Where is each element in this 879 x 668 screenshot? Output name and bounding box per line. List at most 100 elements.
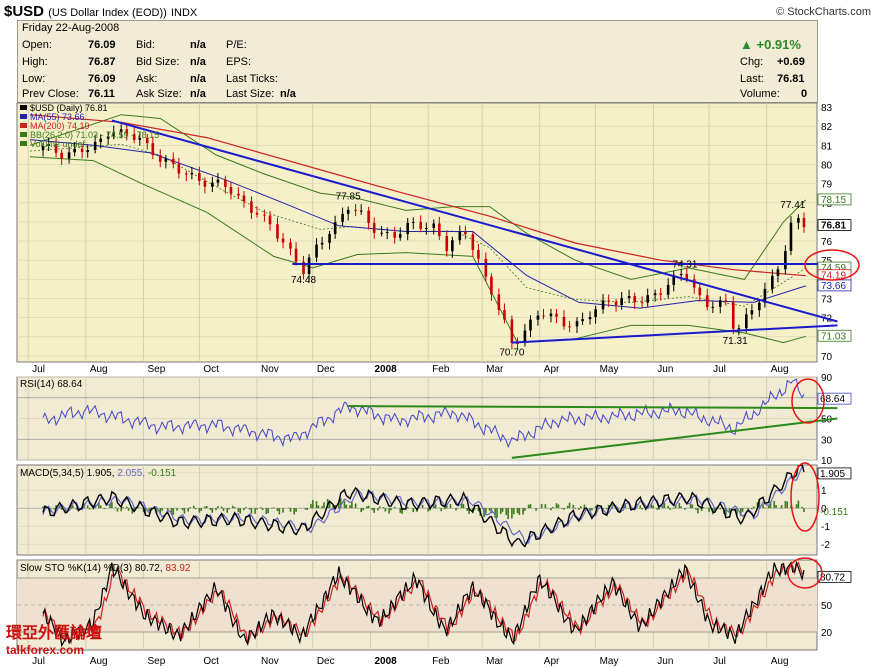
- macd-histogram-bar: [557, 504, 560, 509]
- macd-histogram-bar: [239, 508, 242, 514]
- macd-histogram-bar: [667, 505, 669, 509]
- macd-histogram-bar: [656, 508, 658, 510]
- macd-histogram-bar: [719, 508, 722, 510]
- macd-histogram-bar: [488, 508, 491, 511]
- price-x-tick: Mar: [486, 364, 504, 375]
- price-bar: [445, 236, 449, 252]
- macd-histogram-bar: [192, 505, 195, 509]
- price-x-tick: Dec: [317, 364, 335, 375]
- price-bar: [581, 319, 584, 322]
- macd-histogram-bar: [161, 508, 163, 511]
- macd-histogram-bar: [233, 507, 236, 509]
- macd-histogram-bar: [680, 506, 682, 509]
- macd-value-label: 1.905: [820, 469, 845, 480]
- price-annotation: 71.31: [723, 336, 748, 347]
- price-bar: [93, 141, 97, 151]
- price-bar: [211, 182, 214, 187]
- price-bar: [679, 274, 683, 276]
- price-bar: [510, 319, 514, 343]
- macd-y-tick: -1: [821, 522, 830, 533]
- macd-histogram-bar: [550, 508, 552, 511]
- price-value-label: 78.15: [821, 195, 846, 206]
- macd-histogram-bar: [362, 508, 364, 511]
- price-bar: [640, 302, 644, 304]
- price-bar: [529, 319, 532, 331]
- macd-histogram-bar: [187, 508, 189, 512]
- macd-histogram-bar: [209, 508, 212, 511]
- price-bar: [171, 158, 175, 164]
- price-bar: [705, 295, 709, 308]
- macd-histogram-bar: [563, 508, 565, 510]
- price-bar: [438, 223, 441, 237]
- macd-histogram-bar: [393, 506, 396, 509]
- price-bar: [203, 180, 207, 187]
- macd-histogram-bar: [695, 508, 697, 510]
- sto-y-tick: 20: [821, 628, 833, 639]
- macd-title: MACD(5,34,5) 1.905, 2.055, -0.151: [20, 468, 177, 479]
- macd-histogram-bar: [390, 508, 392, 511]
- price-x-tick: May: [600, 364, 619, 375]
- price-bar: [607, 300, 610, 302]
- macd-histogram-bar: [579, 506, 582, 509]
- price-bar: [359, 210, 363, 212]
- macd-histogram-bar: [351, 502, 353, 509]
- macd-histogram-bar: [150, 507, 152, 509]
- bottom-x-tick: Aug: [771, 656, 789, 667]
- macd-histogram-bar: [764, 507, 766, 509]
- macd-histogram-bar: [148, 508, 150, 512]
- macd-histogram-bar: [125, 506, 128, 509]
- price-value-label: 71.03: [821, 331, 846, 342]
- macd-histogram-bar: [278, 508, 281, 515]
- macd-histogram-bar: [434, 504, 437, 509]
- price-bar: [398, 234, 402, 238]
- macd-histogram-bar: [778, 507, 781, 509]
- price-bar: [367, 210, 370, 223]
- macd-histogram-bar: [323, 502, 325, 509]
- macd-histogram-bar: [99, 505, 102, 509]
- price-bar: [575, 321, 579, 327]
- macd-histogram-bar: [555, 503, 558, 509]
- macd-histogram-bar: [172, 508, 175, 515]
- macd-y-tick: -2: [821, 540, 830, 551]
- macd-histogram-bar: [276, 508, 279, 511]
- price-bar: [346, 209, 350, 214]
- macd-histogram-bar: [228, 508, 230, 510]
- technical-chart: 7071727374757677787980818283JulAugSepOct…: [16, 102, 860, 667]
- macd-histogram-bar: [678, 502, 681, 509]
- macd-histogram-bar: [501, 508, 504, 512]
- macd-histogram-bar: [205, 506, 208, 509]
- macd-histogram-bar: [552, 506, 554, 509]
- price-bar: [594, 309, 597, 318]
- price-y-tick: 83: [821, 103, 833, 114]
- price-bar: [731, 301, 735, 329]
- price-bar: [198, 173, 201, 181]
- macd-histogram-bar: [345, 504, 348, 509]
- price-bar: [425, 227, 428, 229]
- price-bar: [464, 231, 467, 235]
- macd-histogram-bar: [652, 505, 655, 509]
- macd-histogram-bar: [752, 506, 755, 509]
- macd-histogram-bar: [512, 508, 515, 515]
- price-bar: [406, 222, 409, 235]
- macd-histogram-bar: [365, 506, 368, 509]
- macd-histogram-bar: [412, 508, 415, 513]
- macd-histogram-bar: [256, 508, 258, 510]
- macd-histogram-bar: [529, 504, 532, 509]
- price-bar: [758, 302, 761, 311]
- macd-histogram-bar: [272, 507, 275, 509]
- price-bar: [328, 233, 331, 243]
- macd-histogram-bar: [181, 508, 184, 511]
- macd-histogram-bar: [540, 503, 543, 509]
- macd-histogram-bar: [315, 501, 318, 509]
- macd-histogram-bar: [641, 508, 643, 510]
- price-bar: [562, 316, 566, 327]
- price-bar: [698, 287, 702, 296]
- price-bar: [263, 214, 266, 216]
- macd-histogram-bar: [797, 500, 800, 509]
- price-y-tick: 81: [821, 141, 833, 152]
- price-y-tick: 79: [821, 180, 833, 191]
- price-x-tick: Jul: [713, 364, 726, 375]
- legend-swatch: [20, 132, 27, 137]
- macd-histogram-bar: [527, 504, 530, 509]
- price-bar: [784, 250, 787, 270]
